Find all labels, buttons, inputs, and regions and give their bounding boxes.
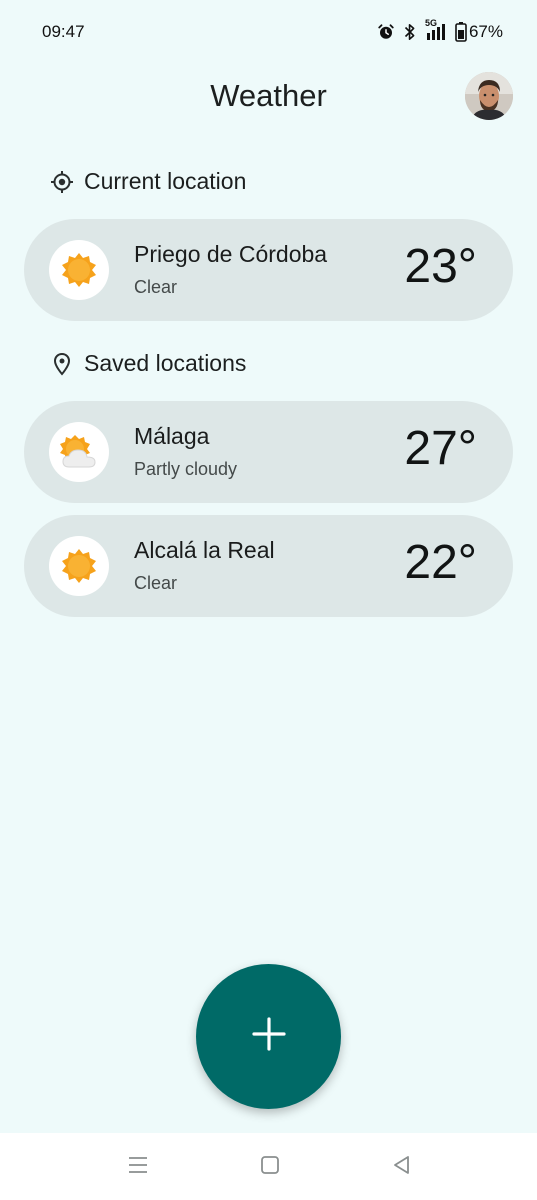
saved-location-card[interactable]: Málaga Partly cloudy 27°: [24, 401, 513, 503]
system-nav-bar: [0, 1133, 537, 1200]
alarm-icon: [377, 23, 395, 41]
sun-icon: [49, 240, 109, 300]
saved-location-card[interactable]: Alcalá la Real Clear 22°: [24, 515, 513, 617]
square-icon: [260, 1155, 280, 1180]
recents-button[interactable]: [124, 1153, 152, 1181]
saved-locations-header: Saved locations: [50, 350, 246, 377]
back-triangle-icon: [392, 1155, 412, 1180]
partly-cloudy-icon: [49, 422, 109, 482]
network-type: 5G: [424, 18, 437, 28]
location-pin-icon: [50, 352, 74, 376]
page-title: Weather: [210, 78, 327, 113]
location-condition: Partly cloudy: [134, 459, 238, 479]
saved-locations-label: Saved locations: [84, 350, 247, 376]
current-location-card[interactable]: Priego de Córdoba Clear 23°: [24, 219, 513, 321]
plus-icon: [251, 1016, 287, 1057]
home-button[interactable]: [256, 1153, 284, 1181]
location-name: Málaga: [134, 423, 210, 449]
location-condition: Clear: [134, 277, 178, 297]
app-bar: Weather: [0, 64, 537, 128]
current-location-label: Current location: [84, 168, 247, 194]
status-time: 09:47: [42, 22, 85, 41]
sun-icon: [49, 536, 109, 596]
current-location-header: Current location: [50, 168, 246, 195]
location-name: Alcalá la Real: [134, 537, 275, 563]
battery-icon: [455, 22, 467, 42]
add-location-button[interactable]: [196, 964, 341, 1109]
avatar[interactable]: [465, 72, 513, 120]
my-location-icon: [50, 170, 74, 194]
location-temperature: 27°: [404, 422, 477, 475]
menu-icon: [127, 1155, 149, 1180]
status-bar: 09:47 5G 67%: [0, 0, 537, 64]
status-icons: 5G 67%: [377, 18, 503, 42]
signal-icon: 5G: [425, 18, 447, 41]
battery-level: 67%: [468, 22, 503, 41]
back-button[interactable]: [388, 1153, 416, 1181]
location-temperature: 22°: [404, 536, 477, 589]
location-temperature: 23°: [404, 240, 477, 293]
bluetooth-icon: [403, 23, 417, 41]
location-name: Priego de Córdoba: [134, 241, 328, 267]
location-condition: Clear: [134, 573, 178, 593]
